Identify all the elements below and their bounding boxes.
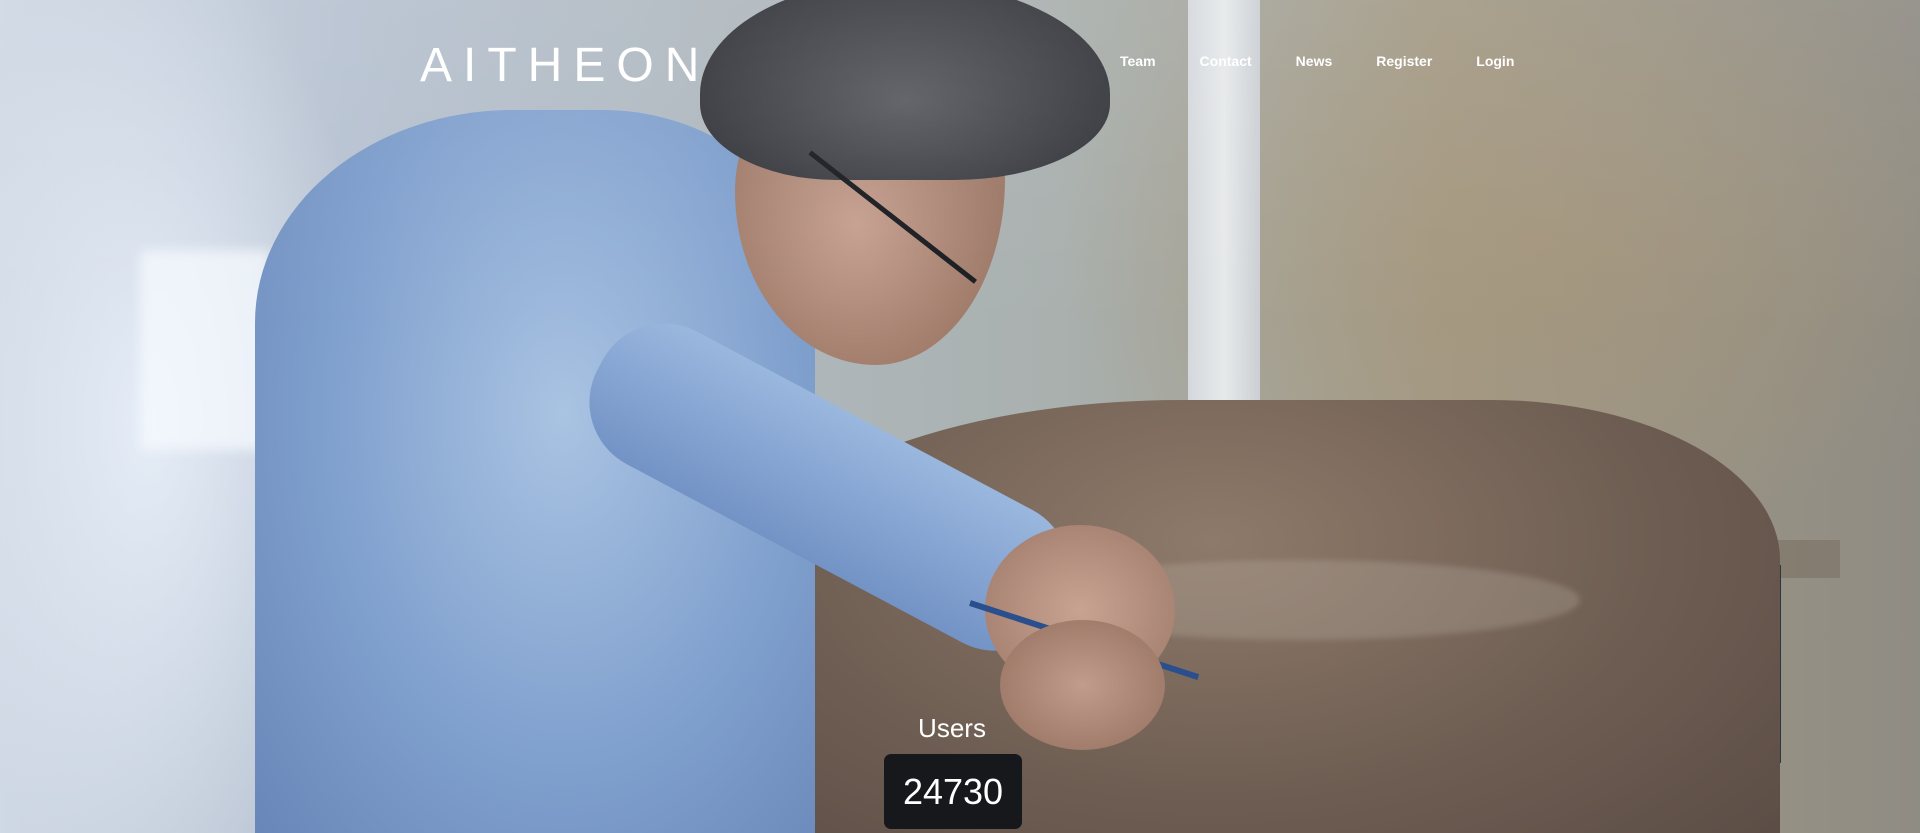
site-logo[interactable]: AITHEON xyxy=(420,38,710,93)
hero-overlay xyxy=(0,0,1920,833)
nav-link-login[interactable]: Login xyxy=(1476,53,1514,69)
hero-background xyxy=(0,0,1920,833)
nav-item-team: Team xyxy=(1120,53,1156,71)
nav-item-news: News xyxy=(1296,53,1333,71)
users-counter-label: Users xyxy=(918,713,986,743)
nav-item-login: Login xyxy=(1476,53,1514,71)
nav-item-register: Register xyxy=(1376,53,1432,71)
nav-link-register[interactable]: Register xyxy=(1376,53,1432,69)
nav-item-contact: Contact xyxy=(1200,53,1252,71)
nav-link-team[interactable]: Team xyxy=(1120,53,1156,69)
users-counter-value: 24730 xyxy=(884,754,1022,829)
main-nav: Team Contact News Register Login xyxy=(1120,53,1558,71)
nav-link-news[interactable]: News xyxy=(1296,53,1333,69)
nav-link-contact[interactable]: Contact xyxy=(1200,53,1252,69)
